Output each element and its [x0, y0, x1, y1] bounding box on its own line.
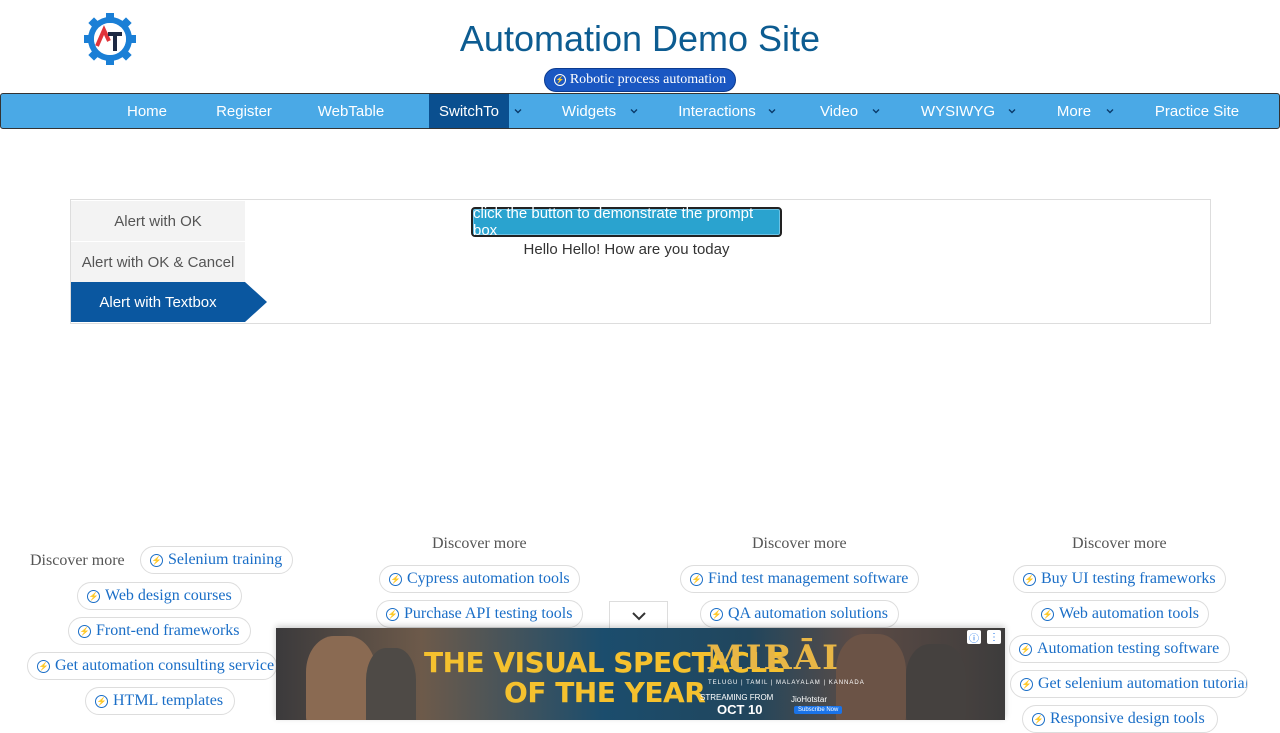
bolt-icon: ⚡ — [150, 553, 163, 567]
chip-test-management-software[interactable]: ⚡ Find test management software — [680, 565, 919, 593]
ad-figure — [366, 648, 416, 720]
chevron-down-icon — [631, 612, 646, 621]
chip-label: Web automation tools — [1059, 605, 1200, 622]
bolt-icon: ⚡ — [1032, 712, 1045, 726]
chip-selenium-training[interactable]: ⚡ Selenium training — [140, 546, 293, 574]
main-navbar: Home Register WebTable SwitchTo Widgets … — [0, 93, 1280, 129]
chip-label: Responsive design tools — [1050, 710, 1205, 727]
chevron-down-icon[interactable] — [625, 94, 643, 128]
bolt-icon: ⚡ — [1023, 572, 1036, 586]
bolt-icon: ⚡ — [386, 607, 399, 621]
bolt-icon: ⚡ — [710, 607, 723, 621]
bolt-icon: ⚡ — [690, 572, 703, 586]
active-tab-arrow — [245, 282, 267, 322]
chip-cypress-automation-tools[interactable]: ⚡ Cypress automation tools — [379, 565, 580, 593]
chip-web-design-courses[interactable]: ⚡ Web design courses — [77, 582, 242, 610]
ad-figure — [836, 634, 906, 720]
discover-more-label: Discover more — [752, 535, 847, 552]
chevron-down-icon[interactable] — [763, 94, 781, 128]
chip-label: Buy UI testing frameworks — [1041, 570, 1216, 587]
ad-streaming-label: STREAMING FROM — [700, 693, 774, 702]
ad-banner[interactable]: THE VISUAL SPECTACLE OF THE YEAR MIRĀI T… — [276, 628, 1005, 720]
rpa-link-label: Robotic process automation — [569, 72, 727, 87]
chip-label: Front-end frameworks — [96, 622, 240, 639]
prompt-box-button[interactable]: click the button to demonstrate the prom… — [471, 205, 782, 239]
chip-label: HTML templates — [113, 692, 224, 709]
tab-alert-textbox-label: Alert with Textbox — [99, 293, 217, 311]
nav-webtable[interactable]: WebTable — [293, 94, 409, 128]
ad-platform: JioHotstar — [791, 695, 828, 704]
chip-label: QA automation solutions — [728, 605, 888, 622]
nav-wysiwyg-label: WYSIWYG — [920, 102, 996, 120]
ad-movie-title: MIRĀI — [706, 638, 841, 678]
discover-more-label: Discover more — [30, 552, 125, 569]
bolt-icon: ⚡ — [37, 659, 50, 673]
chip-web-automation-tools[interactable]: ⚡ Web automation tools — [1031, 600, 1209, 628]
chip-automation-consulting[interactable]: ⚡ Get automation consulting service — [27, 652, 277, 680]
ad-collapse-button[interactable] — [609, 601, 668, 630]
chip-api-testing-tools[interactable]: ⚡ Purchase API testing tools — [376, 600, 583, 628]
info-icon[interactable]: ⓘ — [967, 630, 981, 645]
bolt-icon: ⚡ — [78, 624, 91, 638]
chip-label: Cypress automation tools — [407, 570, 570, 587]
ad-date: OCT 10 — [717, 702, 763, 717]
ad-languages: TELUGU | TAMIL | MALAYALAM | KANNADA — [708, 680, 865, 686]
prompt-result-text: Hello Hello! How are you today — [523, 241, 730, 258]
nav-practice-site[interactable]: Practice Site — [1147, 94, 1247, 128]
nav-switchto-label: SwitchTo — [438, 102, 500, 120]
chip-automation-testing-software[interactable]: ⚡ Automation testing software — [1009, 635, 1230, 663]
nav-video-label: Video — [819, 102, 859, 120]
chip-ui-testing-frameworks[interactable]: ⚡ Buy UI testing frameworks — [1013, 565, 1226, 593]
chip-label: Get selenium automation tutorials — [1038, 675, 1248, 692]
chip-label: Get automation consulting service — [55, 657, 275, 674]
bolt-icon: ⚡ — [553, 74, 566, 86]
tab-alert-ok-label: Alert with OK — [114, 212, 202, 230]
discover-more-label: Discover more — [1072, 535, 1167, 552]
nav-video[interactable]: Video — [809, 94, 869, 128]
chip-html-templates[interactable]: ⚡ HTML templates — [85, 687, 235, 715]
bolt-icon: ⚡ — [1041, 607, 1054, 621]
chip-front-end-frameworks[interactable]: ⚡ Front-end frameworks — [68, 617, 251, 645]
chip-label: Purchase API testing tools — [404, 605, 573, 622]
chevron-down-icon[interactable] — [1003, 94, 1021, 128]
chevron-down-icon[interactable] — [867, 94, 885, 128]
chip-selenium-automation-tutorials[interactable]: ⚡ Get selenium automation tutorials — [1010, 670, 1248, 698]
bolt-icon: ⚡ — [95, 694, 108, 708]
nav-more-label: More — [1056, 102, 1092, 120]
bolt-icon: ⚡ — [1019, 642, 1032, 656]
nav-webtable-label: WebTable — [317, 102, 385, 120]
nav-widgets[interactable]: Widgets — [549, 94, 629, 128]
nav-home[interactable]: Home — [99, 94, 195, 128]
rpa-link-button[interactable]: ⚡ Robotic process automation — [544, 68, 736, 92]
discover-more-label: Discover more — [432, 535, 527, 552]
nav-interactions-label: Interactions — [678, 102, 756, 120]
chip-qa-automation-solutions[interactable]: ⚡ QA automation solutions — [700, 600, 899, 628]
chevron-down-icon[interactable] — [509, 94, 527, 128]
nav-more[interactable]: More — [1049, 94, 1099, 128]
bolt-icon: ⚡ — [87, 589, 100, 603]
more-vert-icon[interactable]: ⋮ — [987, 630, 1001, 644]
tab-alert-textbox[interactable]: Alert with Textbox — [71, 282, 245, 322]
nav-home-label: Home — [126, 102, 167, 120]
chip-label: Selenium training — [168, 551, 283, 568]
chip-responsive-design-tools[interactable]: ⚡ Responsive design tools — [1022, 705, 1218, 733]
nav-register[interactable]: Register — [195, 94, 293, 128]
tab-alert-ok[interactable]: Alert with OK — [71, 201, 245, 241]
chip-label: Find test management software — [708, 570, 909, 587]
chevron-down-icon[interactable] — [1101, 94, 1119, 128]
bolt-icon: ⚡ — [389, 572, 402, 586]
bolt-icon: ⚡ — [1020, 677, 1033, 691]
nav-register-label: Register — [216, 102, 272, 120]
ad-subscribe-button[interactable]: Subscribe Now — [794, 706, 843, 714]
site-title: Automation Demo Site — [459, 18, 821, 59]
nav-widgets-label: Widgets — [561, 102, 617, 120]
nav-wysiwyg[interactable]: WYSIWYG — [913, 94, 1003, 128]
chip-label: Web design courses — [105, 587, 232, 604]
nav-interactions[interactable]: Interactions — [667, 94, 767, 128]
nav-switchto[interactable]: SwitchTo — [429, 94, 509, 128]
chip-label: Automation testing software — [1037, 640, 1220, 657]
nav-practice-site-label: Practice Site — [1154, 102, 1240, 120]
ad-figure — [906, 644, 966, 720]
